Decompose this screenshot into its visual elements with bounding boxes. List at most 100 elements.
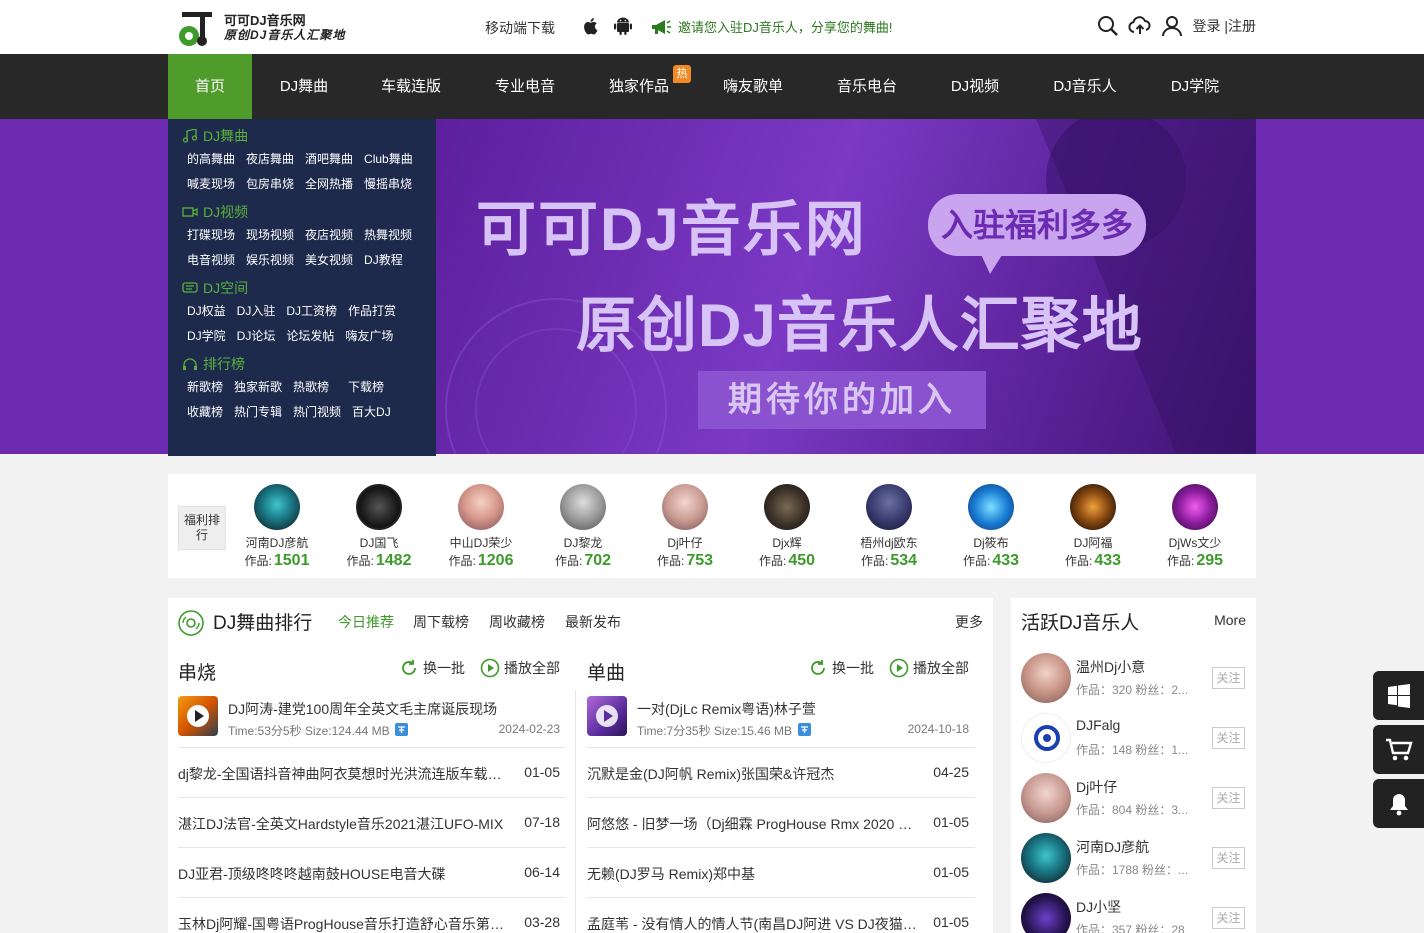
follow-button[interactable]: 关注 bbox=[1212, 667, 1245, 689]
play-all-button[interactable]: 播放全部 bbox=[889, 658, 969, 678]
side-link[interactable]: 热歌榜 bbox=[293, 380, 329, 394]
side-link[interactable]: 下载榜 bbox=[348, 380, 384, 394]
list-item[interactable]: 无赖(DJ罗马 Remix)郑中基 01-05 bbox=[587, 848, 975, 898]
side-link[interactable]: 百大DJ bbox=[352, 405, 391, 419]
side-link[interactable]: 全网热播 bbox=[305, 177, 353, 191]
side-link[interactable]: DJ工资榜 bbox=[286, 304, 337, 318]
nav-radio[interactable]: 音乐电台 bbox=[825, 54, 909, 119]
side-link[interactable]: 娱乐视频 bbox=[246, 253, 294, 267]
banner-join-button[interactable]: 期待你的加入 bbox=[698, 371, 986, 429]
list-item[interactable]: dj黎龙-全国语抖音神曲阿衣莫想时光洪流连版车载串烧 01-05 bbox=[178, 748, 566, 798]
upload-icon[interactable] bbox=[1128, 14, 1152, 38]
login-register-link[interactable]: 登录 |注册 bbox=[1192, 16, 1256, 36]
side-section-dj-space[interactable]: DJ空间 bbox=[182, 277, 422, 299]
artist-works: 作品: 1501 bbox=[227, 552, 327, 570]
follow-button[interactable]: 关注 bbox=[1212, 727, 1245, 749]
windows-download-button[interactable] bbox=[1373, 671, 1424, 720]
side-section-dj-video[interactable]: DJ视频 bbox=[182, 201, 422, 223]
list-item[interactable]: 沉默是金(DJ阿帆 Remix)张国荣&许冠杰 04-25 bbox=[587, 748, 975, 798]
search-icon[interactable] bbox=[1096, 14, 1120, 38]
side-link[interactable]: DJ论坛 bbox=[237, 329, 276, 343]
side-link[interactable]: DJ入驻 bbox=[237, 304, 276, 318]
side-link[interactable]: 作品打赏 bbox=[348, 304, 396, 318]
refresh-button[interactable]: 换一批 bbox=[399, 658, 465, 678]
nav-dj-academy[interactable]: DJ学院 bbox=[1153, 54, 1237, 119]
follow-button[interactable]: 关注 bbox=[1212, 847, 1245, 869]
side-link[interactable]: 的高舞曲 bbox=[187, 152, 235, 166]
follow-button[interactable]: 关注 bbox=[1212, 787, 1245, 809]
side-section-dj-dance[interactable]: DJ舞曲 bbox=[182, 125, 422, 147]
artist-card[interactable]: Dj叶仔 作品: 753 bbox=[635, 484, 735, 570]
musician-row[interactable]: 河南DJ彦航 作品：1788 粉丝：... 关注 bbox=[1021, 833, 1251, 889]
side-link[interactable]: 热舞视频 bbox=[364, 228, 412, 242]
nav-dj-dance[interactable]: DJ舞曲 bbox=[262, 54, 346, 119]
artist-card[interactable]: DJ国飞 作品: 1482 bbox=[329, 484, 429, 570]
nav-dj-musician[interactable]: DJ音乐人 bbox=[1043, 54, 1127, 119]
side-link[interactable]: 打碟现场 bbox=[187, 228, 235, 242]
side-link[interactable]: 热门专辑 bbox=[234, 405, 282, 419]
side-link[interactable]: 电音视频 bbox=[187, 253, 235, 267]
play-all-button[interactable]: 播放全部 bbox=[480, 658, 560, 678]
artist-card[interactable]: Dj筱布 作品: 433 bbox=[941, 484, 1041, 570]
nav-exclusive[interactable]: 独家作品 bbox=[597, 54, 681, 119]
side-link[interactable]: DJ教程 bbox=[364, 253, 403, 267]
ranking-more-link[interactable]: 更多 bbox=[955, 612, 983, 632]
refresh-button[interactable]: 换一批 bbox=[808, 658, 874, 678]
active-musicians-more-link[interactable]: More bbox=[1214, 612, 1246, 628]
side-link[interactable]: Club舞曲 bbox=[364, 152, 413, 166]
site-logo[interactable]: 可可DJ音乐网 原创DJ音乐人汇聚地 bbox=[178, 8, 345, 48]
side-link[interactable]: 喊麦现场 bbox=[187, 177, 235, 191]
nav-dj-video[interactable]: DJ视频 bbox=[933, 54, 1017, 119]
list-item[interactable]: 阿悠悠 - 旧梦一场（Dj细霖 ProgHouse Rmx 2020 粤语） 01… bbox=[587, 798, 975, 848]
musician-row[interactable]: DJ小坚 作品：357 粉丝：28 关注 bbox=[1021, 893, 1251, 933]
artist-card[interactable]: DjWs文少 作品: 295 bbox=[1145, 484, 1245, 570]
side-link[interactable]: 包房串烧 bbox=[246, 177, 294, 191]
invite-banner[interactable]: 邀请您入驻DJ音乐人，分享您的舞曲! bbox=[650, 17, 893, 36]
tab-weekly-download[interactable]: 周下载榜 bbox=[413, 612, 469, 632]
artist-card[interactable]: DJ黎龙 作品: 702 bbox=[533, 484, 633, 570]
nav-home[interactable]: 首页 bbox=[168, 54, 252, 119]
artist-card[interactable]: 梧州dj欧东 作品: 534 bbox=[839, 484, 939, 570]
follow-button[interactable]: 关注 bbox=[1212, 907, 1245, 929]
artist-card[interactable]: Djx辉 作品: 450 bbox=[737, 484, 837, 570]
artist-card[interactable]: 河南DJ彦航 作品: 1501 bbox=[227, 484, 327, 570]
list-item[interactable]: 孟庭苇 - 没有情人的情人节(南昌DJ阿进 VS DJ夜猫 Remix) 01-0… bbox=[587, 898, 975, 933]
list-item[interactable]: 玉林Dj阿耀-国粤语ProgHouse音乐打造舒心音乐第一辑 03-28 bbox=[178, 898, 566, 933]
side-link[interactable]: 慢摇串烧 bbox=[364, 177, 412, 191]
mobile-download-link[interactable]: 移动端下载 bbox=[485, 18, 555, 38]
side-link[interactable]: 美女视频 bbox=[305, 253, 353, 267]
side-link[interactable]: 酒吧舞曲 bbox=[305, 152, 353, 166]
apple-icon[interactable] bbox=[580, 15, 602, 37]
list-item[interactable]: DJ亚君-顶级咚咚咚越南鼓HOUSE电音大碟 06-14 bbox=[178, 848, 566, 898]
musician-row[interactable]: DJFalg 作品：148 粉丝：1... 关注 bbox=[1021, 713, 1251, 769]
notification-button[interactable] bbox=[1373, 779, 1424, 828]
tab-weekly-favorite[interactable]: 周收藏榜 bbox=[489, 612, 545, 632]
side-link[interactable]: 现场视频 bbox=[246, 228, 294, 242]
musician-row[interactable]: Dj叶仔 作品：804 粉丝：3... 关注 bbox=[1021, 773, 1251, 829]
side-section-charts[interactable]: 排行榜 bbox=[182, 353, 422, 375]
shop-button[interactable] bbox=[1373, 725, 1424, 774]
side-link[interactable]: 夜店舞曲 bbox=[246, 152, 294, 166]
tab-today[interactable]: 今日推荐 bbox=[338, 612, 394, 632]
side-link[interactable]: 夜店视频 bbox=[305, 228, 353, 242]
artist-card[interactable]: 中山DJ荣少 作品: 1206 bbox=[431, 484, 531, 570]
user-icon[interactable] bbox=[1160, 14, 1184, 38]
side-link[interactable]: 论坛发帖 bbox=[286, 329, 334, 343]
side-link[interactable]: DJ权益 bbox=[187, 304, 226, 318]
side-link[interactable]: 独家新歌 bbox=[234, 380, 282, 394]
android-icon[interactable] bbox=[612, 15, 634, 37]
nav-pro-electronic[interactable]: 专业电音 bbox=[483, 54, 567, 119]
nav-playlists[interactable]: 嗨友歌单 bbox=[711, 54, 795, 119]
side-link[interactable]: 新歌榜 bbox=[187, 380, 223, 394]
featured-track[interactable]: 一对(DjLc Remix粤语)林子萱 Time:7分35秒 Size:15.4… bbox=[587, 688, 975, 748]
musician-row[interactable]: 温州Dj小意 作品：320 粉丝：2... 关注 bbox=[1021, 653, 1251, 709]
list-item[interactable]: 湛江DJ法官-全英文Hardstyle音乐2021湛江UFO-MIX 07-18 bbox=[178, 798, 566, 848]
nav-car-mix[interactable]: 车载连版 bbox=[369, 54, 453, 119]
side-link[interactable]: DJ学院 bbox=[187, 329, 226, 343]
side-link[interactable]: 收藏榜 bbox=[187, 405, 223, 419]
featured-track[interactable]: DJ阿涛-建党100周年全英文毛主席诞辰现场 Time:53分5秒 Size:1… bbox=[178, 688, 566, 748]
side-link[interactable]: 嗨友广场 bbox=[345, 329, 393, 343]
tab-latest[interactable]: 最新发布 bbox=[565, 612, 621, 632]
artist-card[interactable]: DJ阿福 作品: 433 bbox=[1043, 484, 1143, 570]
side-link[interactable]: 热门视频 bbox=[293, 405, 341, 419]
